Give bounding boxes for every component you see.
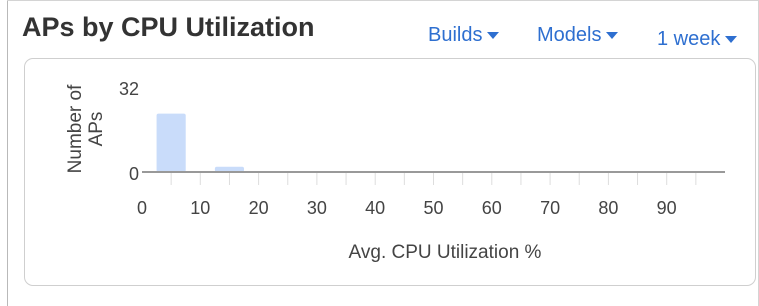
x-tick-label: 70 <box>540 198 560 218</box>
builds-dropdown[interactable]: Builds <box>428 24 500 47</box>
grid-lines <box>170 172 697 185</box>
builds-dropdown-label: Builds <box>428 24 483 46</box>
x-tick-label: 60 <box>482 198 502 218</box>
cpu-utilization-widget: APs by CPU Utilization Builds Models 1 w… <box>0 0 759 306</box>
widget-title: APs by CPU Utilization <box>22 12 315 42</box>
histogram-bar <box>156 113 186 172</box>
histogram-bars <box>156 113 245 172</box>
x-tick-label: 40 <box>365 198 385 218</box>
time-period-dropdown[interactable]: 1 week <box>657 28 738 51</box>
x-tick-label: 50 <box>423 198 443 218</box>
y-tick-label: 0 <box>129 164 139 184</box>
chart-panel: 0 10 20 30 40 50 60 70 80 90 0 32 Avg. CPU Utilizati… <box>24 58 756 286</box>
caret-down-icon <box>487 32 500 39</box>
time-period-dropdown-label: 1 week <box>657 28 721 50</box>
x-tick-label: 90 <box>657 198 677 218</box>
caret-down-icon <box>725 36 738 43</box>
cpu-utilization-histogram: 0 10 20 30 40 50 60 70 80 90 0 32 Avg. CPU Utilizati… <box>65 79 725 263</box>
widget-border-left <box>7 0 8 306</box>
x-tick-label: 0 <box>137 198 147 218</box>
x-tick-label: 80 <box>598 198 618 218</box>
widget-border-top <box>7 0 759 1</box>
models-dropdown[interactable]: Models <box>537 24 619 47</box>
caret-down-icon <box>606 32 619 39</box>
x-tick-label: 10 <box>190 198 210 218</box>
y-axis-title: Number ofAPs <box>65 84 107 173</box>
x-axis-title: Avg. CPU Utilization % <box>349 242 542 263</box>
x-tick-label: 20 <box>249 198 269 218</box>
x-tick-label: 30 <box>307 198 327 218</box>
y-tick-label: 32 <box>119 79 139 99</box>
models-dropdown-label: Models <box>537 24 602 46</box>
